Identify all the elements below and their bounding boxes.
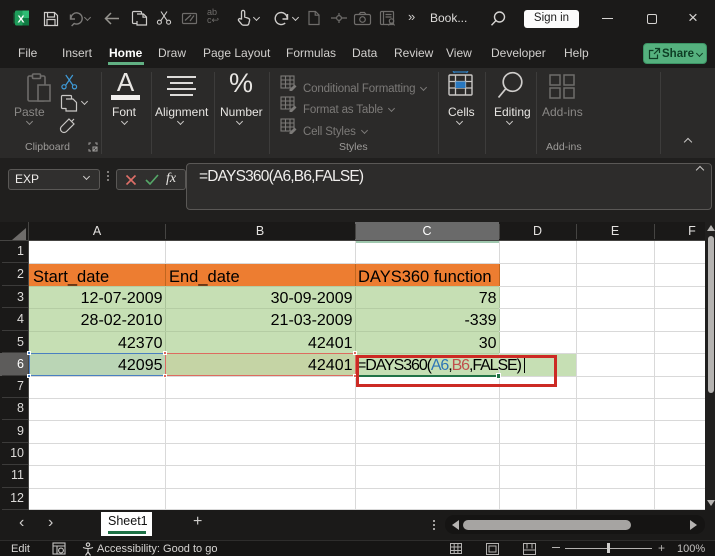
svg-text:X: X	[17, 13, 24, 25]
